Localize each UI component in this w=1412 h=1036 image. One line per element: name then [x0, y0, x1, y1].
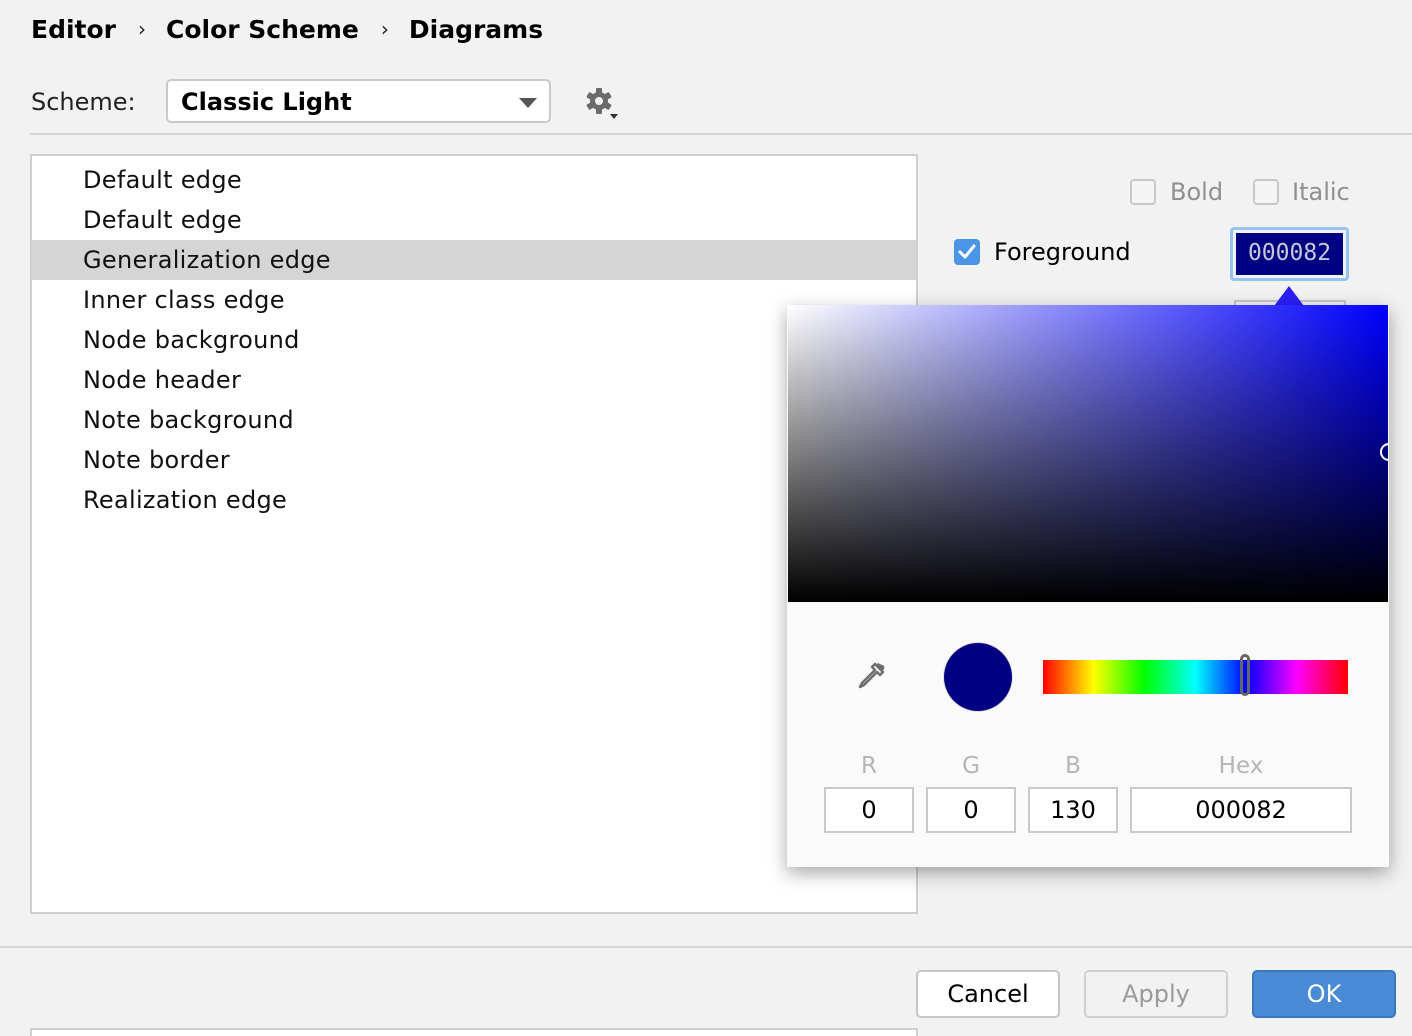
foreground-color-value: 000082 — [1236, 233, 1343, 275]
list-item[interactable]: Default edge — [32, 160, 916, 200]
foreground-checkbox[interactable] — [954, 239, 980, 265]
list-item[interactable]: Default edge — [32, 200, 916, 240]
scheme-dropdown[interactable]: Classic Light — [166, 79, 551, 123]
foreground-color-swatch[interactable]: 000082 — [1230, 227, 1349, 281]
attribute-list[interactable]: Default edge Default edge Generalization… — [30, 154, 918, 914]
ok-button[interactable]: OK — [1252, 970, 1396, 1018]
breadcrumb-editor[interactable]: Editor — [31, 15, 116, 44]
r-label: R — [861, 753, 877, 779]
hue-slider-thumb[interactable] — [1240, 654, 1250, 696]
color-preview — [944, 643, 1012, 711]
color-picker-popup: R G B Hex 0 0 130 000082 — [787, 305, 1389, 867]
divider — [30, 133, 1412, 135]
breadcrumb-separator: › — [138, 17, 146, 41]
saturation-cursor[interactable] — [1380, 443, 1388, 461]
list-item[interactable]: Node background — [32, 320, 916, 360]
scheme-label: Scheme: — [31, 88, 136, 116]
hue-slider[interactable] — [1043, 654, 1348, 696]
breadcrumb-color-scheme[interactable]: Color Scheme — [166, 15, 359, 44]
breadcrumb: Editor › Color Scheme › Diagrams — [31, 12, 543, 46]
hex-label: Hex — [1218, 753, 1264, 779]
bold-label: Bold — [1170, 178, 1224, 206]
b-input[interactable]: 130 — [1028, 787, 1118, 833]
eyedropper-icon[interactable] — [855, 660, 887, 692]
g-label: G — [962, 753, 980, 779]
popup-arrow — [1274, 286, 1304, 306]
list-item-selected[interactable]: Generalization edge — [32, 240, 916, 280]
hex-input[interactable]: 000082 — [1130, 787, 1352, 833]
gear-icon[interactable] — [584, 86, 620, 122]
b-label: B — [1065, 753, 1081, 779]
bold-checkbox[interactable] — [1130, 179, 1156, 205]
italic-checkbox[interactable] — [1253, 179, 1279, 205]
saturation-brightness-area[interactable] — [788, 305, 1388, 602]
list-item[interactable]: Note border — [32, 440, 916, 480]
list-item[interactable]: Node header — [32, 360, 916, 400]
list-item[interactable]: Realization edge — [32, 480, 916, 520]
checkmark-icon — [958, 244, 976, 259]
apply-button[interactable]: Apply — [1084, 970, 1228, 1018]
list-item[interactable]: Note background — [32, 400, 916, 440]
breadcrumb-diagrams: Diagrams — [408, 14, 544, 44]
divider — [0, 946, 1412, 948]
chevron-down-icon — [519, 98, 537, 108]
cancel-button[interactable]: Cancel — [916, 970, 1060, 1018]
italic-label: Italic — [1292, 178, 1350, 206]
breadcrumb-separator: › — [380, 17, 389, 41]
preview-panel — [30, 1028, 918, 1036]
foreground-label: Foreground — [994, 238, 1131, 266]
g-input[interactable]: 0 — [926, 787, 1016, 833]
scheme-value: Classic Light — [181, 88, 352, 116]
r-input[interactable]: 0 — [824, 787, 914, 833]
list-item[interactable]: Inner class edge — [32, 280, 916, 320]
